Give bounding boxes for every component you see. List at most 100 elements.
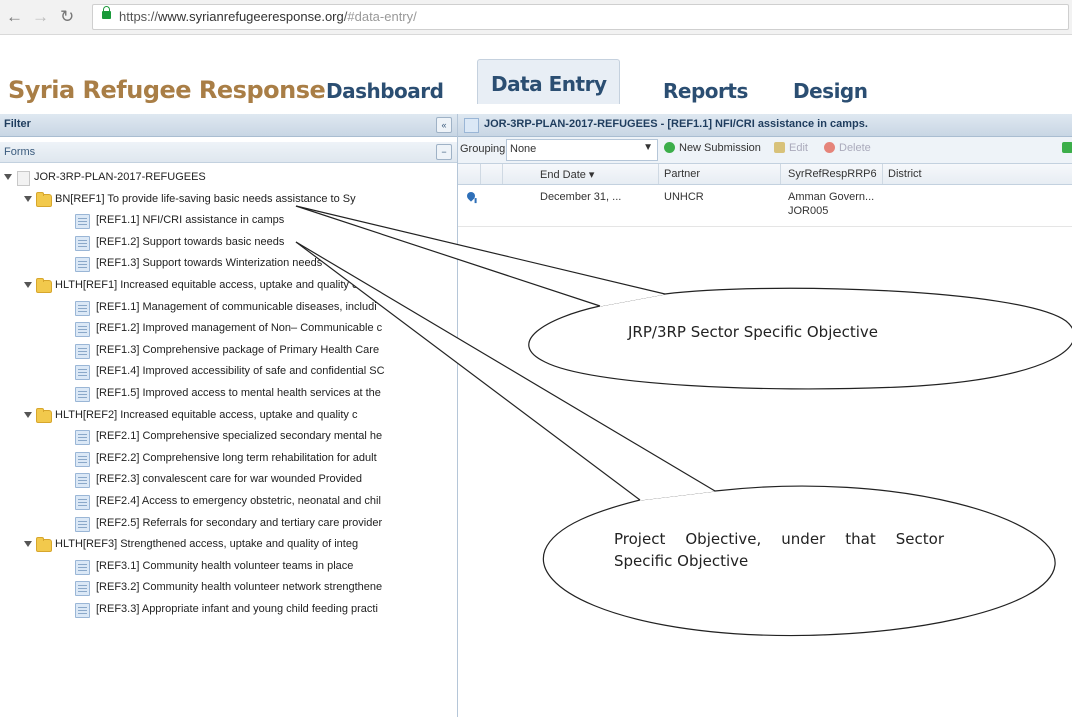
tree-folder[interactable]: BN[REF1] To provide life-saving basic ne… (0, 190, 457, 212)
tree-leaf-form[interactable]: [REF2.2] Comprehensive long term rehabil… (0, 449, 457, 471)
app-title: Syria Refugee Response (8, 76, 326, 104)
tree-leaf-form[interactable]: [REF3.1] Community health volunteer team… (0, 557, 457, 579)
table-row[interactable]: December 31, ... UNHCR Amman Govern... J… (458, 186, 1072, 227)
cell-location-code: JOR005 (788, 205, 829, 217)
tree-leaf-form[interactable]: [REF1.2] Improved management of Non– Com… (0, 319, 457, 341)
form-icon (75, 473, 90, 489)
filter-header: Filter « (0, 114, 457, 137)
form-icon (75, 430, 90, 446)
tree-item-label: [REF2.2] Comprehensive long term rehabil… (96, 451, 377, 464)
form-icon (75, 559, 90, 575)
expand-arrow-icon[interactable] (4, 174, 12, 180)
column-end-date[interactable]: End Date ▾ (540, 168, 594, 181)
tree-leaf-form[interactable]: [REF1.1] NFI/CRI assistance in camps (0, 211, 457, 233)
tree-leaf-form[interactable]: [REF1.3] Comprehensive package of Primar… (0, 341, 457, 363)
submissions-panel: JOR-3RP-PLAN-2017-REFUGEES - [REF1.1] NF… (458, 114, 1072, 717)
tree-item-label: [REF2.3] convalescent care for war wound… (96, 473, 362, 486)
nav-design[interactable]: Design (793, 79, 868, 103)
tree-leaf-form[interactable]: [REF1.2] Support towards basic needs (0, 233, 457, 255)
tree-item-label: HLTH[REF1] Increased equitable access, u… (55, 279, 358, 291)
form-icon (75, 451, 90, 467)
url-text[interactable]: https://www.syrianrefugeeresponse.org/#d… (119, 9, 417, 24)
tree-leaf-form[interactable]: [REF2.4] Access to emergency obstetric, … (0, 492, 457, 514)
tree-leaf-form[interactable]: [REF2.3] convalescent care for war wound… (0, 470, 457, 492)
expand-arrow-icon[interactable] (24, 195, 32, 202)
tree-leaf-form[interactable]: [REF2.1] Comprehensive specialized secon… (0, 427, 457, 449)
tree-leaf-form[interactable]: [REF1.5] Improved access to mental healt… (0, 384, 457, 406)
form-icon (75, 365, 90, 381)
reload-icon[interactable]: ↻ (60, 7, 74, 27)
expand-arrow-icon[interactable] (24, 411, 32, 418)
tree-item-label: [REF1.1] Management of communicable dise… (96, 300, 377, 313)
tree-folder[interactable]: HLTH[REF1] Increased equitable access, u… (0, 276, 457, 298)
tree-leaf-form[interactable]: [REF2.5] Referrals for secondary and ter… (0, 514, 457, 536)
collapse-panel-button[interactable]: « (436, 117, 452, 133)
edit-label: Edit (789, 142, 808, 154)
form-icon (75, 603, 90, 618)
folder-icon (36, 278, 52, 293)
tree-leaf-form[interactable]: [REF3.2] Community health volunteer netw… (0, 578, 457, 600)
forms-header: Forms − (0, 142, 457, 163)
nav-reports[interactable]: Reports (663, 79, 748, 103)
tree-item-label: [REF1.4] Improved accessibility of safe … (96, 365, 385, 378)
expand-arrow-icon[interactable] (24, 282, 32, 288)
grouping-select[interactable]: None ▼ (506, 139, 658, 161)
grouping-value: None (510, 143, 537, 155)
toolbar-more-icon[interactable] (1062, 142, 1072, 154)
nav-data-entry[interactable]: Data Entry (477, 59, 621, 104)
form-icon (75, 387, 90, 402)
form-title: JOR-3RP-PLAN-2017-REFUGEES - [REF1.1] NF… (484, 118, 868, 130)
form-icon (75, 300, 90, 316)
tree-leaf-form[interactable]: [REF1.4] Improved accessibility of safe … (0, 362, 457, 384)
forward-arrow-icon[interactable]: → (32, 7, 49, 27)
tree-item-label: JOR-3RP-PLAN-2017-REFUGEES (34, 171, 206, 183)
app-header: Syria Refugee Response Dashboard Data En… (0, 56, 1072, 106)
expand-arrow-icon[interactable] (24, 541, 32, 548)
pencil-icon (774, 142, 785, 153)
form-header: JOR-3RP-PLAN-2017-REFUGEES - [REF1.1] NF… (458, 114, 1072, 137)
tree-leaf-form[interactable]: [REF1.3] Support towards Winterization n… (0, 254, 457, 276)
collapse-forms-button[interactable]: − (436, 144, 452, 160)
tree-item-label: [REF2.1] Comprehensive specialized secon… (96, 430, 383, 443)
tree-item-label: [REF1.2] Improved management of Non– Com… (96, 322, 383, 335)
folder-icon (36, 407, 52, 423)
tree-root[interactable]: JOR-3RP-PLAN-2017-REFUGEES (0, 168, 457, 190)
form-icon (75, 495, 90, 510)
tree-item-label: [REF3.1] Community health volunteer team… (96, 559, 354, 572)
address-bar[interactable]: https://www.syrianrefugeeresponse.org/#d… (92, 4, 1069, 30)
folder-icon (36, 537, 52, 553)
new-submission-label: New Submission (679, 142, 761, 154)
column-partner[interactable]: Partner (664, 168, 700, 180)
new-submission-button[interactable]: New Submission (664, 142, 761, 154)
delete-label: Delete (839, 142, 871, 154)
tree-leaf-form[interactable]: [REF3.3] Appropriate infant and young ch… (0, 600, 457, 622)
tree-leaf-form[interactable]: [REF1.1] Management of communicable dise… (0, 298, 457, 320)
tree-item-label: [REF2.5] Referrals for secondary and ter… (96, 516, 383, 529)
delete-button[interactable]: Delete (824, 142, 871, 154)
form-icon (75, 257, 90, 273)
cell-location: Amman Govern... (788, 191, 875, 203)
grouping-label: Grouping (460, 143, 506, 155)
tree-item-label: HLTH[REF2] Increased equitable access, u… (55, 408, 358, 421)
tree-item-label: [REF1.3] Comprehensive package of Primar… (96, 343, 380, 356)
delete-icon (824, 142, 835, 153)
cell-end-date: December 31, ... (540, 191, 622, 203)
nav-dashboard[interactable]: Dashboard (326, 79, 444, 103)
tree-item-label: HLTH[REF3] Strengthened access, uptake a… (55, 538, 359, 551)
back-arrow-icon[interactable]: ← (6, 7, 23, 27)
column-location[interactable]: SyrRefRespRRP6 (788, 168, 877, 180)
form-icon (75, 214, 90, 230)
filter-title: Filter (4, 118, 31, 130)
tree-folder[interactable]: HLTH[REF3] Strengthened access, uptake a… (0, 535, 457, 557)
column-district[interactable]: District (888, 168, 922, 180)
form-icon (75, 322, 90, 338)
edit-button[interactable]: Edit (774, 142, 808, 154)
tree-folder[interactable]: HLTH[REF2] Increased equitable access, u… (0, 406, 457, 428)
forms-panel: Filter « Forms − JOR-3RP-PLAN-2017-REFUG… (0, 114, 458, 717)
callout-2-text: Project Objective, under that Sector Spe… (614, 530, 944, 570)
url-fragment: #data-entry/ (347, 9, 417, 24)
chevron-down-icon: ▼ (643, 142, 653, 153)
tree-item-label: BN[REF1] To provide life-saving basic ne… (55, 192, 356, 205)
tree-item-label: [REF3.2] Community health volunteer netw… (96, 581, 383, 594)
browser-toolbar: ← → ↻ https://www.syrianrefugeeresponse.… (0, 0, 1072, 35)
